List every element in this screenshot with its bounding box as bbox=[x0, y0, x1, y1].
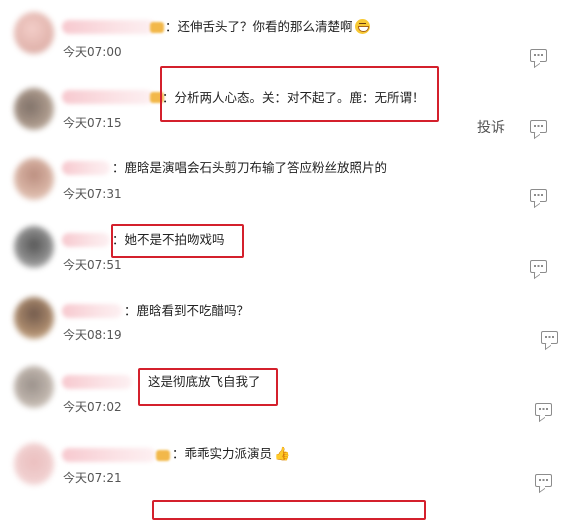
comment-time: 今天07:02 bbox=[63, 400, 122, 414]
highlight-box bbox=[138, 368, 278, 406]
avatar[interactable] bbox=[14, 366, 54, 408]
avatar[interactable] bbox=[14, 12, 54, 54]
comment-text: ：乖乖实力派演员 👍 bbox=[172, 446, 291, 462]
comment-time: 今天07:15 bbox=[63, 116, 122, 130]
avatar[interactable] bbox=[14, 297, 54, 339]
user-badge-icon bbox=[150, 22, 164, 33]
reply-icon[interactable] bbox=[535, 403, 552, 416]
avatar[interactable] bbox=[14, 226, 54, 268]
highlight-box bbox=[160, 66, 439, 122]
username[interactable] bbox=[62, 20, 156, 34]
avatar[interactable] bbox=[14, 443, 54, 485]
comment-time: 今天07:21 bbox=[63, 471, 122, 485]
reply-icon[interactable] bbox=[541, 331, 558, 344]
avatar[interactable] bbox=[14, 88, 54, 130]
highlight-box bbox=[111, 224, 244, 258]
comment-time: 今天07:51 bbox=[63, 258, 122, 272]
reply-icon[interactable] bbox=[530, 120, 547, 133]
reply-icon[interactable] bbox=[530, 189, 547, 202]
username[interactable] bbox=[62, 90, 154, 104]
username[interactable] bbox=[62, 448, 156, 462]
report-button[interactable]: 投诉 bbox=[477, 117, 505, 137]
username[interactable] bbox=[62, 233, 110, 247]
reply-icon[interactable] bbox=[530, 49, 547, 62]
user-badge-icon bbox=[156, 450, 170, 461]
comment-time: 今天07:31 bbox=[63, 187, 122, 201]
comment-time: 今天08:19 bbox=[63, 328, 122, 342]
comment-time: 今天07:00 bbox=[63, 45, 122, 59]
thumbs-up-icon: 👍 bbox=[274, 447, 291, 462]
grin-emoji-icon bbox=[354, 19, 370, 34]
comment-text: ：还伸舌头了？你看的那么清楚啊 bbox=[165, 19, 370, 35]
username[interactable] bbox=[62, 375, 132, 389]
reply-icon[interactable] bbox=[535, 474, 552, 487]
username[interactable] bbox=[62, 161, 110, 175]
avatar[interactable] bbox=[14, 158, 54, 200]
username[interactable] bbox=[62, 304, 122, 318]
reply-icon[interactable] bbox=[530, 260, 547, 273]
comment-text: ：鹿晗看到不吃醋吗？ bbox=[124, 303, 250, 318]
comment-text: ：鹿晗是演唱会石头剪刀布输了答应粉丝放照片的 bbox=[112, 160, 388, 175]
highlight-box bbox=[152, 500, 426, 520]
